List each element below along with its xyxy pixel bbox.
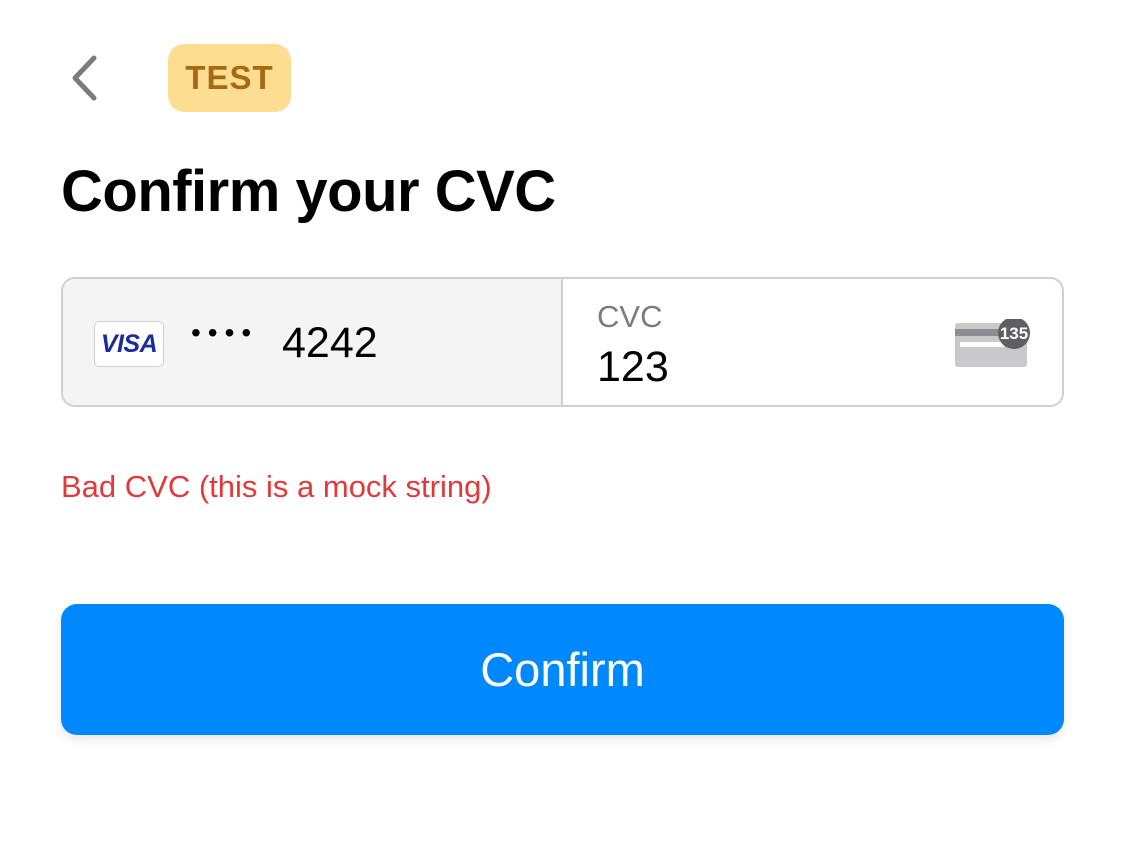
card-brand: VISA xyxy=(100,329,158,358)
error-message: Bad CVC (this is a mock string) xyxy=(61,469,492,504)
saved-card-summary: VISA •••• 4242 xyxy=(63,279,563,405)
back-button[interactable] xyxy=(56,46,112,110)
cvc-confirm-page: TEST Confirm your CVC VISA •••• 4242 CVC… xyxy=(0,0,1125,856)
card-masked-dots: •••• xyxy=(191,317,259,348)
page-title: Confirm your CVC xyxy=(61,159,556,224)
cvc-label: CVC xyxy=(597,299,663,334)
cvc-input-container[interactable]: CVC 135 xyxy=(563,279,1062,405)
card-last4: 4242 xyxy=(282,319,378,367)
cvc-input[interactable] xyxy=(597,343,847,392)
card-cvc-field: VISA •••• 4242 CVC 135 xyxy=(61,277,1064,407)
cvc-icon-badge: 135 xyxy=(1000,324,1028,343)
chevron-left-icon xyxy=(72,55,97,101)
visa-logo-icon: VISA xyxy=(94,321,164,367)
confirm-button[interactable]: Confirm xyxy=(61,604,1064,735)
card-cvc-icon: 135 xyxy=(955,319,1030,367)
test-mode-badge: TEST xyxy=(168,44,291,112)
